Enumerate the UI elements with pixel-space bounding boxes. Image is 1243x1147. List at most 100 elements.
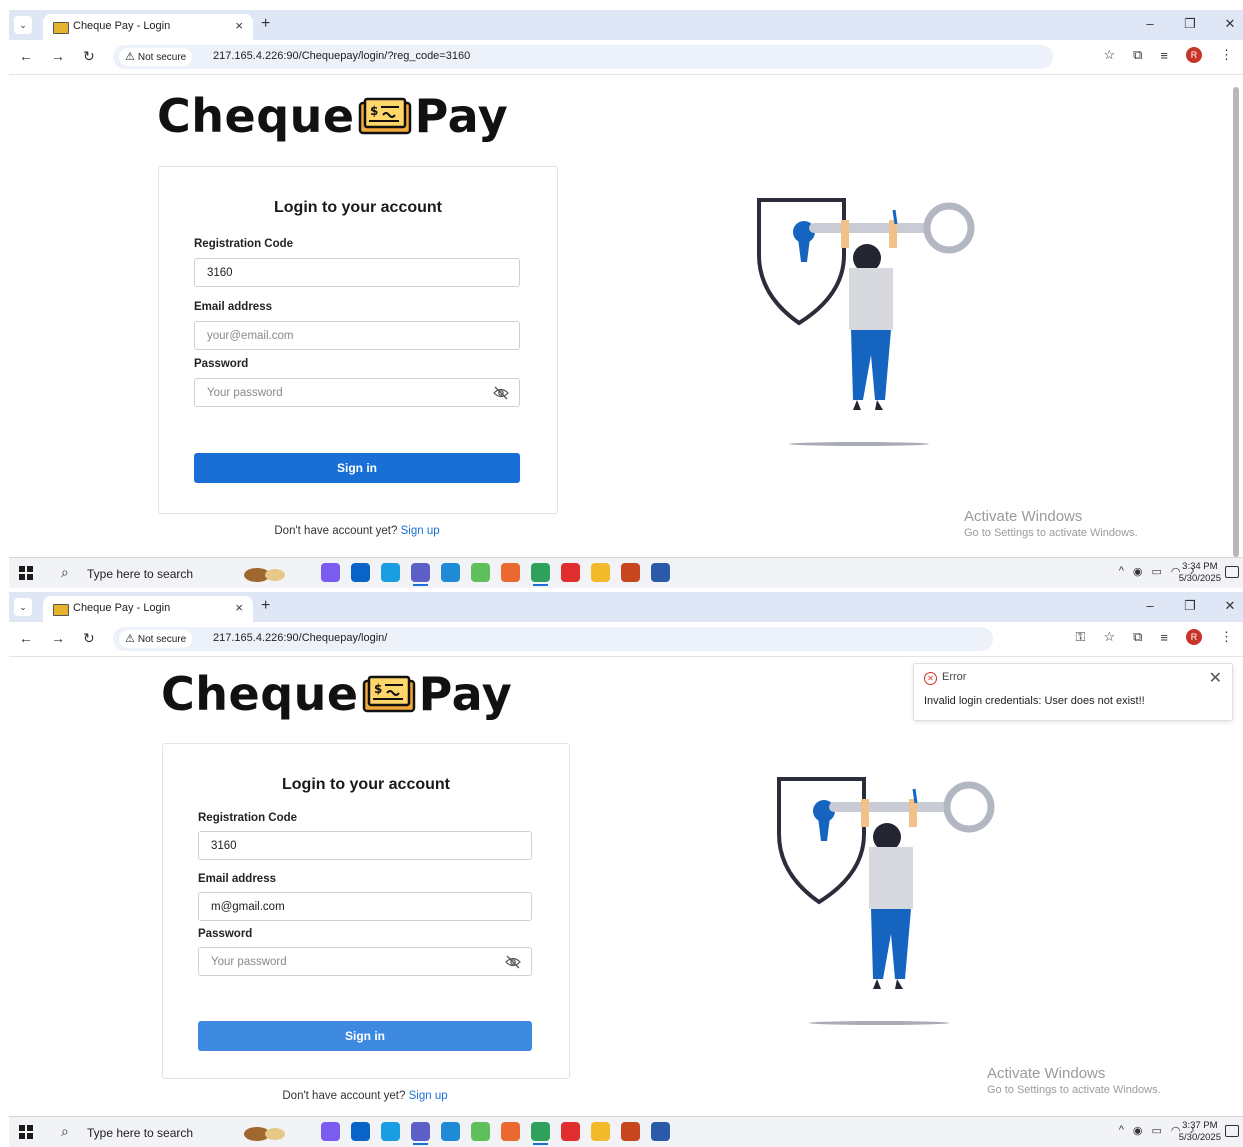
powerpoint-icon[interactable]: [621, 1122, 640, 1141]
vscode-icon[interactable]: [441, 1122, 460, 1141]
reload-icon[interactable]: ↻: [83, 48, 95, 65]
minimize-icon[interactable]: –: [1143, 16, 1157, 32]
copilot-icon[interactable]: [321, 1122, 340, 1141]
extensions-icon[interactable]: ⧉: [1133, 629, 1142, 645]
vscode-icon[interactable]: [441, 563, 460, 582]
firefox-icon[interactable]: [501, 1122, 520, 1141]
address-bar[interactable]: ⚠ Not secure 217.165.4.226:90/Chequepay/l…: [113, 45, 1053, 69]
profile-avatar[interactable]: R: [1186, 629, 1202, 645]
outlook-icon[interactable]: [351, 563, 370, 582]
eye-off-icon[interactable]: [493, 385, 509, 401]
registration-code-input[interactable]: 3160: [198, 831, 532, 860]
notification-icon[interactable]: [1225, 1125, 1239, 1137]
back-arrow-icon[interactable]: ←: [19, 630, 33, 647]
battery-icon[interactable]: ▭: [1151, 1124, 1161, 1137]
restore-icon[interactable]: ❐: [1183, 598, 1197, 614]
snipping-tool-icon[interactable]: [471, 1122, 490, 1141]
windows-taskbar: ⌕ Type here to search ^ ◉ ▭ ◠ ♪: [9, 557, 1243, 588]
signup-link[interactable]: Sign up: [401, 525, 440, 537]
more-icon[interactable]: ⋮: [1220, 47, 1233, 63]
news-widget-icon[interactable]: [241, 1122, 293, 1142]
security-label: Not secure: [137, 52, 187, 63]
outlook-icon[interactable]: [351, 1122, 370, 1141]
tab-cheque-pay-login[interactable]: Cheque Pay - Login ×: [43, 596, 253, 622]
chrome-icon[interactable]: [531, 1122, 550, 1145]
address-bar[interactable]: ⚠ Not secure 217.165.4.226:90/Chequepay/l…: [113, 627, 993, 651]
email-input[interactable]: m@gmail.com: [198, 892, 532, 921]
back-arrow-icon[interactable]: ←: [19, 48, 33, 65]
network-icon[interactable]: ◉: [1133, 565, 1143, 578]
sign-in-button[interactable]: Sign in: [198, 1021, 532, 1051]
forward-arrow-icon[interactable]: →: [51, 630, 65, 647]
eye-off-icon[interactable]: [505, 954, 521, 970]
activate-windows-watermark: Activate Windows Go to Settings to activ…: [987, 1065, 1161, 1096]
teams-icon[interactable]: [411, 1122, 430, 1145]
password-input[interactable]: Your password: [198, 947, 532, 976]
file-explorer-icon[interactable]: [591, 1122, 610, 1141]
windows-start-icon[interactable]: [19, 1125, 33, 1139]
restore-icon[interactable]: ❐: [1183, 16, 1197, 32]
network-icon[interactable]: ◉: [1133, 1124, 1143, 1137]
tab-close-icon[interactable]: ×: [235, 18, 243, 33]
more-icon[interactable]: ⋮: [1220, 629, 1233, 645]
url-text[interactable]: 217.165.4.226:90/Chequepay/login/?reg_co…: [213, 50, 470, 62]
reload-icon[interactable]: ↻: [83, 630, 95, 647]
word-icon[interactable]: [651, 1122, 670, 1141]
sign-in-button[interactable]: Sign in: [194, 453, 520, 483]
news-widget-icon[interactable]: [241, 563, 293, 583]
reading-list-icon[interactable]: ≡: [1160, 630, 1168, 645]
taskbar-clock[interactable]: 3:37 PM 5/30/2025: [1179, 1120, 1221, 1144]
star-icon[interactable]: ☆: [1103, 629, 1115, 645]
edge-icon[interactable]: [381, 563, 400, 582]
logo-text-right: Pay: [414, 89, 509, 143]
tab-list-icon[interactable]: ⌄: [14, 598, 32, 616]
close-window-icon[interactable]: ✕: [1223, 598, 1237, 614]
media-player-icon[interactable]: [561, 563, 580, 582]
word-icon[interactable]: [651, 563, 670, 582]
security-chip[interactable]: ⚠ Not secure: [119, 630, 193, 648]
file-explorer-icon[interactable]: [591, 563, 610, 582]
close-window-icon[interactable]: ✕: [1223, 16, 1237, 32]
forward-arrow-icon[interactable]: →: [51, 48, 65, 65]
star-icon[interactable]: ☆: [1103, 47, 1115, 63]
battery-icon[interactable]: ▭: [1151, 565, 1161, 578]
new-tab-button[interactable]: +: [261, 597, 270, 615]
extensions-icon[interactable]: ⧉: [1133, 47, 1142, 63]
teams-icon[interactable]: [411, 563, 430, 586]
minimize-icon[interactable]: –: [1143, 598, 1157, 614]
signup-link[interactable]: Sign up: [409, 1090, 448, 1102]
powerpoint-icon[interactable]: [621, 563, 640, 582]
url-text[interactable]: 217.165.4.226:90/Chequepay/login/: [213, 632, 387, 644]
tab-list-icon[interactable]: ⌄: [14, 16, 32, 34]
tab-title: Cheque Pay - Login: [73, 602, 171, 614]
tab-cheque-pay-login[interactable]: Cheque Pay - Login ×: [43, 14, 253, 40]
registration-code-input[interactable]: 3160: [194, 258, 520, 287]
chevron-up-icon[interactable]: ^: [1119, 565, 1124, 578]
profile-avatar[interactable]: R: [1186, 47, 1202, 63]
security-chip[interactable]: ⚠ Not secure: [119, 48, 193, 66]
media-player-icon[interactable]: [561, 1122, 580, 1141]
snipping-tool-icon[interactable]: [471, 563, 490, 582]
chevron-up-icon[interactable]: ^: [1119, 1124, 1124, 1137]
notification-icon[interactable]: [1225, 566, 1239, 578]
pinned-apps: [321, 563, 670, 586]
top-margin: [0, 0, 1243, 10]
email-input[interactable]: your@email.com: [194, 321, 520, 350]
close-icon[interactable]: ✕: [1209, 668, 1222, 688]
password-input[interactable]: Your password: [194, 378, 520, 407]
taskbar-clock[interactable]: 3:34 PM 5/30/2025: [1179, 561, 1221, 585]
reading-list-icon[interactable]: ≡: [1160, 48, 1168, 63]
taskbar-search[interactable]: ⌕ Type here to search: [53, 1120, 233, 1144]
firefox-icon[interactable]: [501, 563, 520, 582]
windows-start-icon[interactable]: [19, 566, 33, 580]
login-card: Login to your account Registration Code …: [158, 166, 558, 514]
svg-text:$: $: [374, 682, 383, 696]
chrome-icon[interactable]: [531, 563, 550, 586]
page-scrollbar[interactable]: [1233, 87, 1239, 557]
copilot-icon[interactable]: [321, 563, 340, 582]
taskbar-search[interactable]: ⌕ Type here to search: [53, 561, 233, 585]
password-key-icon[interactable]: ⚿: [1076, 629, 1086, 645]
edge-icon[interactable]: [381, 1122, 400, 1141]
new-tab-button[interactable]: +: [261, 15, 270, 33]
tab-close-icon[interactable]: ×: [235, 600, 243, 615]
